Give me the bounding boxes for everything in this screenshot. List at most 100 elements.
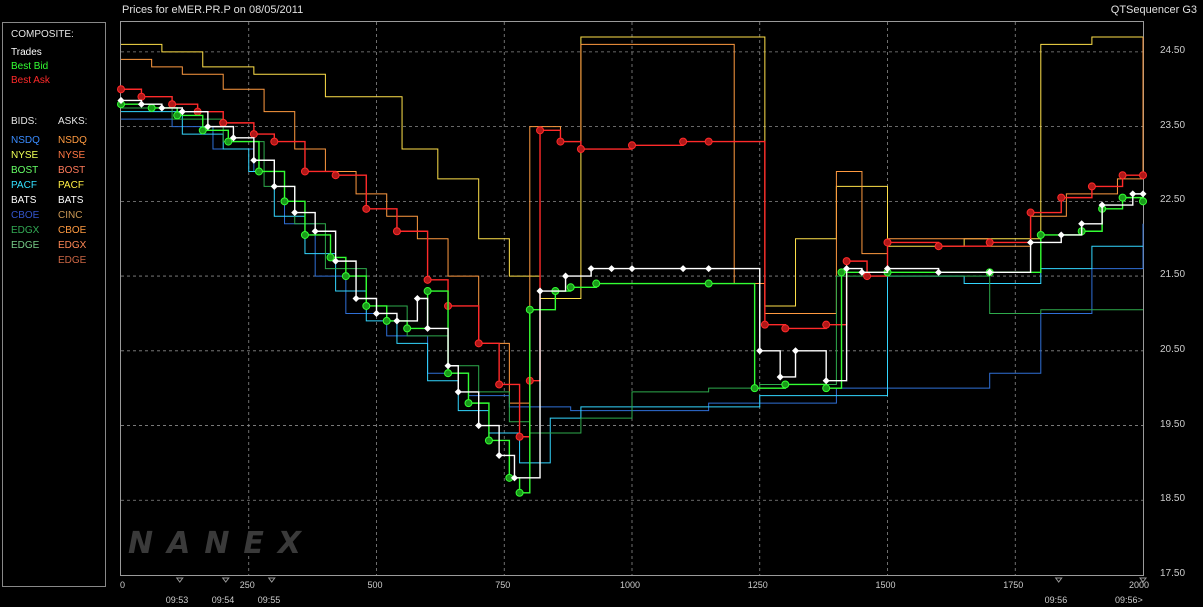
point-best-bid <box>515 488 524 497</box>
x-tick-label: 1000 <box>620 580 641 590</box>
point-trades <box>352 294 360 303</box>
point-trades <box>679 265 687 273</box>
point-trades <box>608 265 616 273</box>
point-best-bid <box>326 253 335 262</box>
y-tick-label: 24.50 <box>1160 44 1186 56</box>
point-best-bid <box>484 436 493 445</box>
point-trades <box>475 422 483 430</box>
point-best-ask <box>576 145 585 154</box>
point-best-bid <box>423 287 432 296</box>
point-best-ask <box>270 137 279 146</box>
time-label: 09:55 <box>257 595 281 605</box>
point-best-ask <box>628 141 636 150</box>
point-best-ask <box>536 126 545 135</box>
point-best-ask <box>934 242 943 251</box>
point-trades <box>791 347 800 355</box>
point-best-ask <box>760 320 769 329</box>
point-best-bid <box>403 324 412 333</box>
point-best-ask <box>331 171 340 180</box>
point-best-bid <box>822 384 831 393</box>
point-trades <box>158 104 166 112</box>
point-best-ask <box>474 339 483 348</box>
point-best-bid <box>444 369 453 378</box>
point-best-ask <box>863 272 872 281</box>
point-best-ask <box>556 137 565 146</box>
point-best-bid <box>1036 230 1045 239</box>
x-tick-label: 1750 <box>1003 580 1024 590</box>
point-best-ask <box>362 204 371 213</box>
point-trades <box>1057 231 1065 239</box>
time-marker-icon <box>175 577 184 583</box>
point-best-bid <box>341 272 350 281</box>
point-best-bid <box>198 126 207 135</box>
point-trades <box>935 268 943 276</box>
point-trades <box>413 294 421 303</box>
x-tick-label: 750 <box>495 580 511 590</box>
point-best-ask <box>1118 171 1127 180</box>
point-trades <box>1129 190 1137 198</box>
y-tick-label: 21.50 <box>1160 269 1186 281</box>
point-trades <box>628 265 636 273</box>
point-best-ask <box>1139 171 1147 180</box>
y-tick-label: 20.50 <box>1160 343 1186 355</box>
point-best-bid <box>592 279 601 288</box>
point-trades <box>250 156 258 164</box>
point-trades <box>705 265 713 273</box>
point-trades <box>311 227 319 235</box>
point-best-ask <box>704 137 713 146</box>
point-best-ask <box>822 320 831 329</box>
x-tick-label: 0 <box>120 580 126 590</box>
point-best-bid <box>382 316 391 325</box>
point-best-ask <box>781 324 790 333</box>
price-chart <box>117 22 1147 583</box>
point-trades <box>454 388 462 396</box>
y-tick-label: 17.50 <box>1160 568 1186 579</box>
point-best-ask <box>985 238 994 247</box>
point-trades <box>393 317 401 325</box>
point-trades <box>270 182 278 190</box>
point-best-bid <box>464 399 473 408</box>
nanex-watermark: NANEX <box>128 526 316 561</box>
point-trades <box>372 309 381 317</box>
point-best-ask <box>249 130 258 139</box>
point-best-ask <box>117 85 125 94</box>
point-trades <box>1139 190 1147 198</box>
point-trades <box>562 272 570 280</box>
point-best-bid <box>750 384 759 393</box>
y-tick-label: 23.50 <box>1160 119 1186 131</box>
point-trades <box>1027 238 1035 246</box>
point-trades <box>822 377 830 385</box>
point-best-ask <box>495 380 504 389</box>
time-label: 09:53 <box>165 595 189 605</box>
point-best-bid <box>254 167 263 176</box>
x-tick-label: 500 <box>367 580 383 590</box>
point-best-bid <box>704 279 713 288</box>
point-best-bid <box>362 301 371 310</box>
point-trades <box>495 451 503 459</box>
point-trades <box>1078 220 1086 228</box>
time-marker-icon <box>267 577 276 583</box>
time-marker-icon <box>221 577 230 583</box>
x-tick-label: 1500 <box>875 580 896 590</box>
point-best-ask <box>137 92 146 101</box>
point-best-bid <box>781 380 790 389</box>
x-tick-label: 1250 <box>747 580 768 590</box>
point-best-ask <box>1026 208 1035 217</box>
point-best-bid <box>224 137 233 146</box>
point-best-bid <box>566 283 575 292</box>
point-best-ask <box>300 167 309 176</box>
point-best-ask <box>219 118 228 127</box>
point-best-ask <box>883 238 892 247</box>
time-label: 09:54 <box>211 595 235 605</box>
point-trades <box>444 362 452 370</box>
point-best-ask <box>679 137 688 146</box>
point-best-bid <box>837 268 846 277</box>
time-marker-icon <box>1054 577 1063 583</box>
point-best-ask <box>842 257 851 266</box>
time-label: 09:56 <box>1044 595 1068 605</box>
point-best-bid <box>1118 193 1127 202</box>
point-best-ask <box>168 100 177 109</box>
point-best-ask <box>1057 193 1066 202</box>
point-best-ask <box>392 227 401 236</box>
point-trades <box>756 347 764 355</box>
